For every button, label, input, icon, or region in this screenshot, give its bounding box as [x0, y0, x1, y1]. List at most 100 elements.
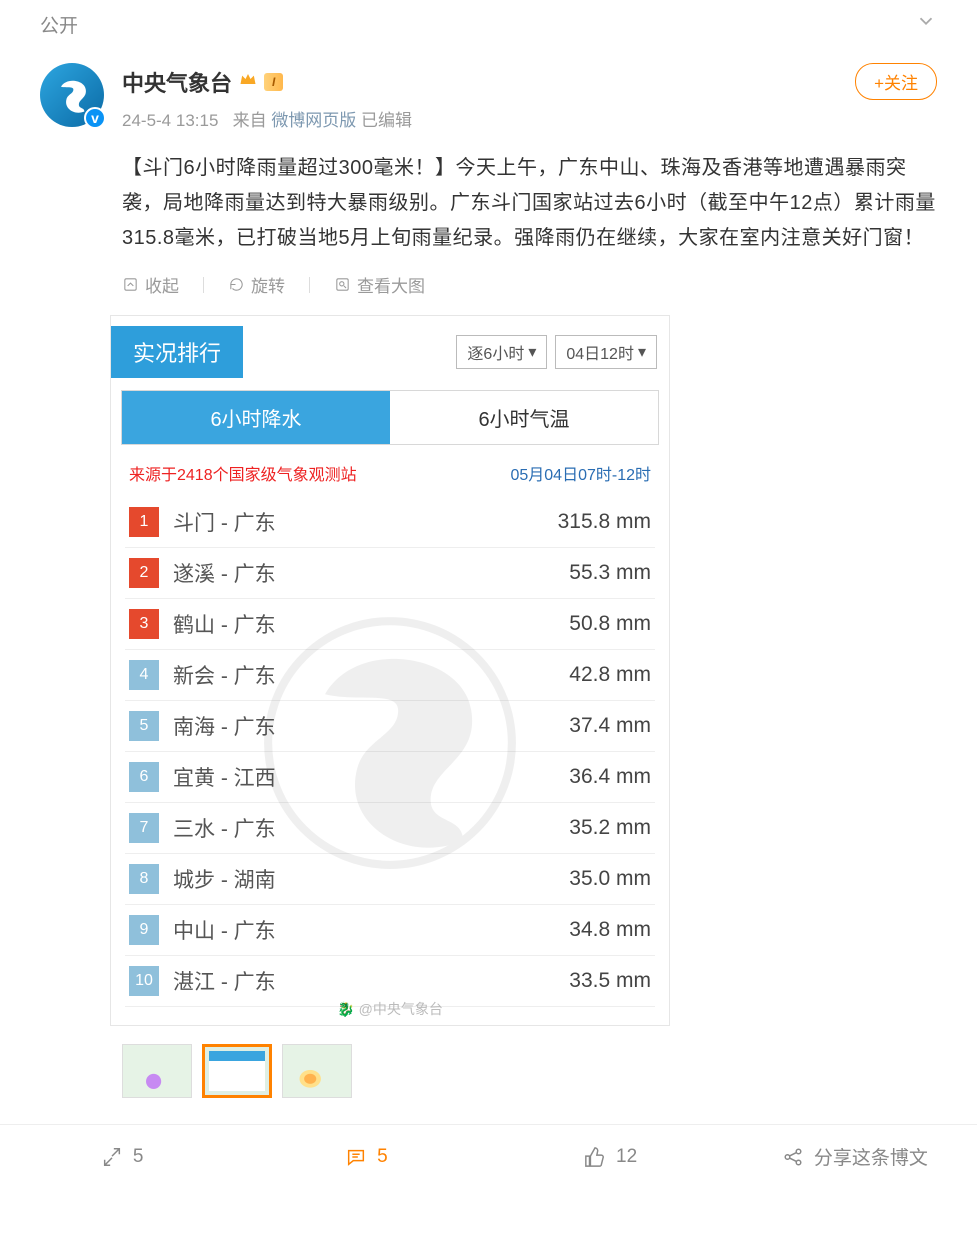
rank-badge: 5	[129, 711, 159, 741]
rank-value: 35.0 mm	[569, 867, 651, 891]
post-footer: 5 5 12 分享这条博文	[0, 1124, 977, 1188]
embed-subinfo: 来源于2418个国家级气象观测站 05月04日07时-12时	[111, 445, 669, 493]
visibility-bar: 公开	[0, 0, 977, 48]
comment-count: 5	[377, 1146, 388, 1168]
rank-badge: 7	[129, 813, 159, 843]
rank-row: 8城步 - 湖南35.0 mm	[125, 854, 655, 905]
rank-row: 4 新会 - 广东 42.8 mm	[125, 650, 655, 701]
mode-tabs: 6小时降水 6小时气温	[121, 390, 659, 445]
rank-row: 1 斗门 - 广东 315.8 mm	[125, 497, 655, 548]
separator	[203, 277, 204, 293]
repost-button[interactable]: 5	[0, 1125, 244, 1188]
edited-label: 已编辑	[361, 111, 412, 130]
rank-location: 宜黄 - 江西	[173, 762, 276, 792]
time-select: 04日12时▾	[555, 335, 657, 369]
rank-location: 南海 - 广东	[173, 711, 276, 741]
like-button[interactable]: 12	[489, 1125, 733, 1188]
chevron-down-icon: ▾	[528, 342, 536, 362]
embed-selectors: 逐6小时▾ 04日12时▾	[456, 335, 657, 369]
rank-badge: 10	[129, 966, 159, 996]
rotate-label: 旋转	[251, 272, 285, 297]
rank-badge: 3	[129, 609, 159, 639]
rank-row: 2 遂溪 - 广东 55.3 mm	[125, 548, 655, 599]
visibility-label: 公开	[40, 11, 78, 38]
rank-location: 中山 - 广东	[173, 915, 276, 945]
view-large-button[interactable]: 查看大图	[334, 272, 425, 297]
crown-icon	[238, 69, 258, 95]
rank-row: 9 中山 - 广东 34.8 mm	[125, 905, 655, 956]
rank-location: 遂溪 - 广东	[173, 558, 276, 588]
rank-row: 3 鹤山 - 广东 50.8 mm	[125, 599, 655, 650]
rank-value: 42.8 mm	[569, 663, 651, 687]
separator	[309, 277, 310, 293]
rank-location: 新会 - 广东	[173, 660, 276, 690]
verified-badge-icon: v	[84, 107, 106, 129]
rotate-icon	[228, 276, 245, 293]
rank-value: 37.4 mm	[569, 714, 651, 738]
meta-from-prefix: 来自	[233, 111, 267, 130]
post: v 中央气象台 I +关注 24-5-4 13:15 来自 微博网页版 已编辑 …	[0, 48, 977, 297]
author-name[interactable]: 中央气象台	[122, 66, 232, 98]
rank-value: 33.5 mm	[569, 969, 651, 993]
zoom-icon	[334, 276, 351, 293]
comment-button[interactable]: 5	[244, 1125, 488, 1188]
level-badge: I	[264, 73, 283, 91]
rank-value: 55.3 mm	[569, 561, 651, 585]
tab-temp: 6小时气温	[390, 391, 658, 444]
thumbnail-3[interactable]	[282, 1044, 352, 1098]
thumbnail-1[interactable]	[122, 1044, 192, 1098]
author-row: 中央气象台 I +关注	[122, 63, 937, 100]
rank-badge: 6	[129, 762, 159, 792]
rank-list: 1 斗门 - 广东 315.8 mm 2 遂溪 - 广东 55.3 mm 3 鹤山 - 广…	[111, 493, 669, 1025]
watermark-text: 🐉@中央气象台	[337, 999, 443, 1019]
share-label: 分享这条博文	[814, 1143, 928, 1170]
avatar[interactable]: v	[40, 63, 104, 127]
follow-button[interactable]: +关注	[855, 63, 937, 100]
period-select: 逐6小时▾	[456, 335, 547, 369]
thumbnail-2[interactable]	[202, 1044, 272, 1098]
rank-value: 34.8 mm	[569, 918, 651, 942]
embedded-image[interactable]: 实况排行 逐6小时▾ 04日12时▾ 6小时降水 6小时气温 来源于2418个国…	[110, 315, 670, 1026]
thumbnail-strip	[0, 1034, 977, 1098]
post-time[interactable]: 24-5-4 13:15	[122, 111, 218, 130]
chevron-down-icon: ▾	[638, 342, 646, 362]
image-toolbar: 收起 旋转 查看大图	[122, 272, 937, 297]
period-select-label: 逐6小时	[467, 340, 524, 364]
ranking-tab: 实况排行	[111, 326, 243, 378]
rank-value: 50.8 mm	[569, 612, 651, 636]
rank-row: 5 南海 - 广东 37.4 mm	[125, 701, 655, 752]
time-select-label: 04日12时	[566, 340, 634, 364]
rank-value: 36.4 mm	[569, 765, 651, 789]
rank-location: 鹤山 - 广东	[173, 609, 276, 639]
data-source-label: 来源于2418个国家级气象观测站	[129, 461, 357, 485]
collapse-button[interactable]: 收起	[122, 272, 179, 297]
rank-badge: 1	[129, 507, 159, 537]
post-source-link[interactable]: 微博网页版	[271, 111, 356, 130]
rank-badge: 2	[129, 558, 159, 588]
tab-precip: 6小时降水	[122, 391, 390, 444]
rank-location: 湛江 - 广东	[173, 966, 276, 996]
rank-row: 7三水 - 广东35.2 mm	[125, 803, 655, 854]
view-large-label: 查看大图	[357, 272, 425, 297]
repost-count: 5	[133, 1146, 144, 1168]
embed-header: 实况排行 逐6小时▾ 04日12时▾	[111, 316, 669, 378]
post-text: 【斗门6小时降雨量超过300毫米！】今天上午，广东中山、珠海及香港等地遭遇暴雨突…	[122, 151, 937, 256]
rank-location: 斗门 - 广东	[173, 507, 276, 537]
rank-badge: 4	[129, 660, 159, 690]
rank-value: 35.2 mm	[569, 816, 651, 840]
rank-value: 315.8 mm	[558, 510, 651, 534]
rank-location: 城步 - 湖南	[173, 864, 276, 894]
rotate-button[interactable]: 旋转	[228, 272, 285, 297]
rank-badge: 9	[129, 915, 159, 945]
rank-row: 6 宜黄 - 江西 36.4 mm	[125, 752, 655, 803]
share-button[interactable]: 分享这条博文	[733, 1125, 977, 1188]
repost-icon	[101, 1146, 123, 1168]
data-time-range: 05月04日07时-12时	[510, 461, 651, 485]
like-count: 12	[616, 1146, 637, 1168]
collapse-label: 收起	[145, 272, 179, 297]
post-meta: 24-5-4 13:15 来自 微博网页版 已编辑	[122, 106, 937, 131]
collapse-icon	[122, 276, 139, 293]
chevron-down-icon[interactable]	[915, 10, 937, 38]
comment-icon	[345, 1146, 367, 1168]
like-icon	[584, 1146, 606, 1168]
